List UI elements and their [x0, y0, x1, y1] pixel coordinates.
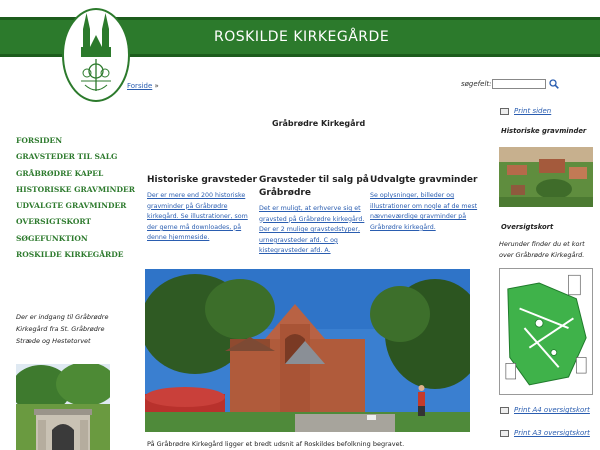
print-a3-label: Print A3 oversigtskort [514, 429, 590, 437]
photo-caption: På Gråbrødre Kirkegård ligger et bredt u… [147, 440, 405, 448]
map-heading: Oversigtskort [501, 223, 554, 231]
nav-item-historiske-gravminder[interactable]: HISTORISKE GRAVMINDER [16, 182, 135, 198]
printer-icon [500, 429, 509, 437]
entrance-gate-photo [16, 364, 110, 450]
nav-item-roskilde-kirkegaarde[interactable]: ROSKILDE KIRKEGÅRDE [16, 247, 131, 263]
history-heading: Historiske gravminder [501, 127, 587, 135]
print-page-link[interactable]: Print siden [500, 107, 551, 115]
print-a3-link[interactable]: Print A3 oversigtskort [500, 429, 590, 437]
breadcrumb-separator: » [154, 82, 159, 90]
church-logo[interactable] [61, 7, 131, 103]
search-icon[interactable] [549, 79, 559, 89]
printer-icon [500, 107, 509, 115]
nav-item-oversigtskort[interactable]: OVERSIGTSKORT [16, 214, 131, 230]
column-link-text[interactable]: Se oplysninger, billeder og illustration… [370, 191, 480, 233]
chapel-photo [145, 269, 470, 432]
nav-item-forsiden[interactable]: FORSIDEN [16, 133, 131, 149]
aerial-photo[interactable] [499, 147, 593, 207]
nav-item-soegefunktion[interactable]: SØGEFUNKTION [16, 231, 131, 247]
map-description: Herunder finder du et kort over Gråbrødr… [499, 240, 585, 259]
search-input[interactable] [492, 79, 546, 89]
print-page-label: Print siden [514, 107, 552, 115]
print-a4-label: Print A4 oversigtskort [514, 406, 590, 414]
column-historiske: Historiske gravsteder Der er mere end 20… [147, 174, 257, 244]
main-nav: FORSIDEN GRAVSTEDER TIL SALG GRÅBRØDRE K… [16, 133, 135, 263]
print-a4-link[interactable]: Print A4 oversigtskort [500, 406, 590, 414]
nav-item-graabroedre-kapel[interactable]: GRÅBRØDRE KAPEL [16, 166, 131, 182]
site-title: ROSKILDE KIRKEGÅRDE [214, 29, 390, 45]
column-heading: Gravsteder til salg på Gråbrødre [259, 175, 369, 198]
breadcrumb: Forside » [127, 82, 159, 90]
nav-item-udvalgte-gravminder[interactable]: UDVALGTE GRAVMINDER [16, 198, 131, 214]
column-link-text[interactable]: Der er mere end 200 historiske gravminde… [147, 191, 257, 244]
search-label: søgefelt: [461, 80, 492, 88]
column-udvalgte: Udvalgte gravminder Se oplysninger, bill… [370, 174, 480, 233]
breadcrumb-home-link[interactable]: Forside [127, 82, 152, 90]
page-title: Gråbrødre Kirkegård [272, 119, 366, 128]
column-heading: Udvalgte gravminder [370, 175, 478, 185]
column-link-text[interactable]: Det er muligt, at erhverve sig et gravst… [259, 204, 369, 257]
nav-item-gravsteder-til-salg[interactable]: GRAVSTEDER TIL SALG [16, 149, 131, 165]
column-gravsteder: Gravsteder til salg på Gråbrødre Det er … [259, 174, 369, 257]
printer-icon [500, 406, 509, 414]
overview-map[interactable] [499, 268, 593, 395]
column-heading: Historiske gravsteder [147, 175, 257, 185]
entrance-note: Der er indgang til Gråbrødre Kirkegård f… [16, 313, 109, 345]
